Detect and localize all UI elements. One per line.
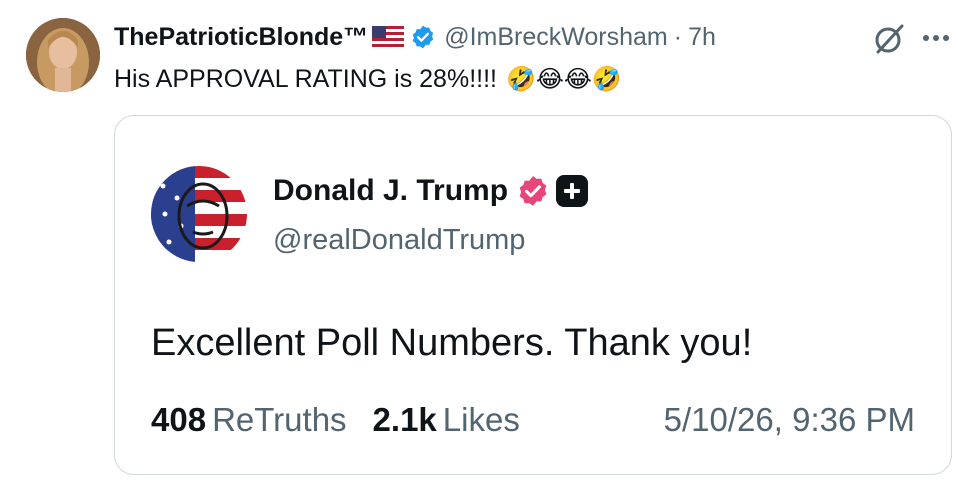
embed-avatar	[151, 166, 247, 262]
tweet-header: ThePatrioticBlonde™ @ImBreckWorsham · 7h	[114, 20, 716, 54]
author-avatar[interactable]	[26, 18, 100, 92]
retruths-count: 408	[151, 401, 207, 438]
embed-timestamp: 5/10/26, 9:36 PM	[663, 401, 915, 438]
likes-label: Likes	[442, 401, 520, 438]
truth-plus-icon	[556, 175, 589, 207]
retruths-label: ReTruths	[212, 401, 347, 438]
grok-icon[interactable]	[872, 22, 906, 56]
embed-display-name[interactable]: Donald J. Trump	[273, 174, 508, 208]
embed-name-row: Donald J. Trump	[273, 174, 589, 208]
avatar-image	[26, 18, 100, 92]
us-flag-icon	[372, 26, 405, 48]
likes-count: 2.1k	[372, 401, 437, 438]
truth-verified-badge-icon	[519, 176, 547, 206]
display-name[interactable]: ThePatrioticBlonde™	[114, 20, 368, 54]
author-handle[interactable]: @ImBreckWorsham	[444, 20, 668, 54]
verified-badge-icon[interactable]	[410, 24, 436, 50]
tweet-body: His APPROVAL RATING is 28%!!!!	[114, 65, 497, 93]
separator-dot: ·	[673, 23, 683, 51]
tweet-time[interactable]: 7h	[688, 20, 716, 54]
embedded-post-card[interactable]: Donald J. Trump @realDonaldTrump Excelle…	[114, 115, 952, 475]
tweet-emojis: 🤣😂😂🤣	[505, 65, 622, 93]
embed-stats: 408 ReTruths 2.1k Likes	[151, 401, 520, 439]
more-options-icon[interactable]	[920, 22, 952, 54]
embed-post-text: Excellent Poll Numbers. Thank you!	[151, 322, 753, 364]
embed-avatar-image	[151, 166, 247, 262]
tweet-text: His APPROVAL RATING is 28%!!!! 🤣😂😂🤣	[114, 62, 622, 96]
embed-handle[interactable]: @realDonaldTrump	[273, 224, 525, 257]
